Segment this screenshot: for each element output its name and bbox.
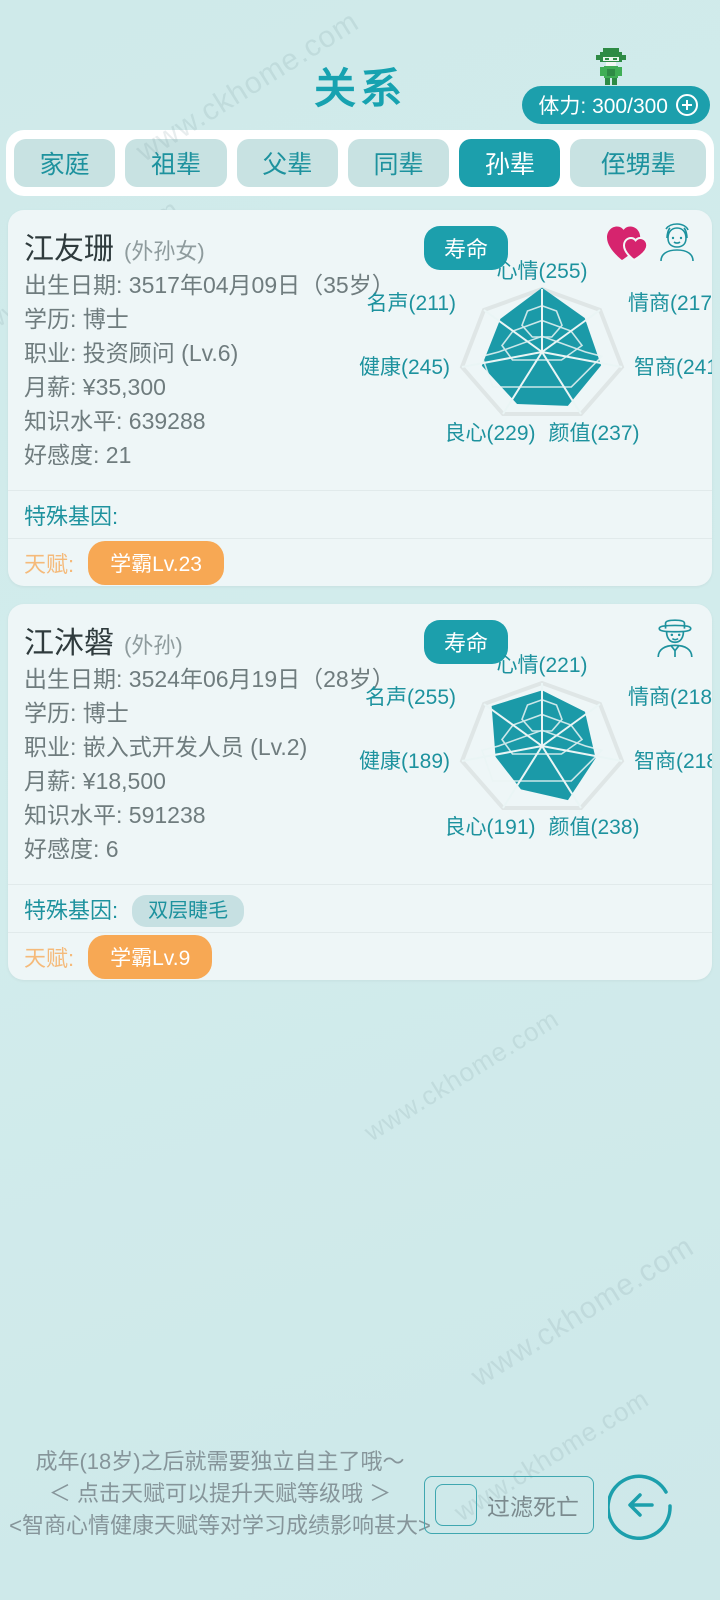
filter-dead-checkbox[interactable]	[435, 1484, 477, 1526]
special-gene-label: 特殊基因:	[24, 503, 119, 529]
radar-label-looks: 颜值(237)	[548, 422, 639, 445]
radar-label-fame: 名声(255)	[365, 686, 456, 709]
radar-label-iq: 智商(241)	[634, 356, 712, 379]
talent-row: 天赋: 学霸Lv.9	[8, 932, 712, 980]
tab-family[interactable]: 家庭	[14, 139, 116, 187]
special-gene-row: 特殊基因:	[8, 490, 712, 538]
radar-label-conscience: 良心(229)	[444, 422, 535, 445]
person-card-body: 江友珊 (外孙女) 出生日期: 3517年04月09日（35岁） 学历: 博士 …	[8, 210, 712, 490]
radar-label-health: 健康(189)	[359, 750, 450, 773]
special-gene-row: 特殊基因: 双层睫毛	[8, 884, 712, 932]
filter-dead-toggle[interactable]: 过滤死亡	[424, 1476, 594, 1534]
attribute-radar-chart: 心情(255) 情商(217) 智商(241) 颜值(237) 良心(229) …	[359, 260, 712, 452]
watermark: www.ckhome.com	[465, 1229, 700, 1394]
relationship-screen: www.ckhome.com www.ckhome.com www.ckhome…	[0, 0, 720, 1600]
hint-text-block: 成年(18岁)之后就需要独立自主了哦～ ＜ 点击天赋可以提升天赋等级哦 ＞ <智…	[0, 1446, 440, 1542]
talent-row: 天赋: 学霸Lv.23	[8, 538, 712, 586]
special-gene-label: 特殊基因:	[24, 897, 119, 923]
radar-label-conscience: 良心(191)	[444, 816, 535, 839]
person-status-icons	[654, 616, 696, 658]
radar-svg: 心情(255) 情商(217) 智商(241) 颜值(237) 良心(229) …	[359, 260, 712, 445]
stamina-badge[interactable]: 体力: 300/300	[522, 86, 710, 124]
special-gene-chip[interactable]: 双层睫毛	[132, 895, 245, 927]
female-avatar-icon	[660, 223, 694, 262]
person-card-list: 江友珊 (外孙女) 出生日期: 3517年04月09日（35岁） 学历: 博士 …	[0, 210, 720, 980]
tab-nephews[interactable]: 侄甥辈	[570, 139, 707, 187]
hint-line: <智商心情健康天赋等对学习成绩影响甚大>	[9, 1513, 431, 1538]
double-heart-icon	[607, 226, 649, 262]
filter-dead-label: 过滤死亡	[487, 1494, 579, 1520]
radar-label-health: 健康(245)	[359, 356, 450, 379]
radar-label-looks: 颜值(238)	[548, 816, 639, 839]
person-card[interactable]: 江沐磐 (外孙) 出生日期: 3524年06月19日（28岁） 学历: 博士 职…	[8, 604, 712, 980]
back-arrow-icon[interactable]	[608, 1470, 678, 1540]
person-status-icons	[606, 222, 696, 262]
tab-grandchildren[interactable]: 孙辈	[459, 139, 561, 187]
tab-parents[interactable]: 父辈	[236, 139, 338, 187]
talent-label: 天赋:	[24, 551, 75, 577]
watermark: www.ckhome.com	[358, 1003, 565, 1148]
person-relation: (外孙女)	[124, 239, 205, 264]
talent-chip[interactable]: 学霸Lv.23	[88, 540, 224, 585]
radar-label-fame: 名声(211)	[367, 292, 456, 315]
plus-icon[interactable]	[676, 94, 698, 116]
tab-siblings[interactable]: 同辈	[347, 139, 450, 187]
radar-label-eq: 情商(218)	[628, 686, 712, 709]
radar-label-mood: 心情(221)	[496, 654, 587, 677]
generation-tab-bar: 家庭 祖辈 父辈 同辈 孙辈 侄甥辈	[6, 130, 714, 196]
person-relation: (外孙)	[124, 633, 183, 658]
radar-label-eq: 情商(217)	[628, 292, 712, 315]
stamina-label: 体力: 300/300	[538, 95, 668, 118]
person-name: 江沐磐	[24, 627, 114, 660]
person-card[interactable]: 江友珊 (外孙女) 出生日期: 3517年04月09日（35岁） 学历: 博士 …	[8, 210, 712, 586]
talent-chip[interactable]: 学霸Lv.9	[88, 934, 213, 979]
man-with-hat-icon	[657, 619, 693, 658]
person-name: 江友珊	[24, 233, 114, 266]
radar-label-mood: 心情(255)	[496, 260, 587, 283]
footer: 成年(18岁)之后就需要独立自主了哦～ ＜ 点击天赋可以提升天赋等级哦 ＞ <智…	[0, 1430, 720, 1600]
person-card-body: 江沐磐 (外孙) 出生日期: 3524年06月19日（28岁） 学历: 博士 职…	[8, 604, 712, 884]
hint-line: 成年(18岁)之后就需要独立自主了哦～	[35, 1449, 405, 1474]
attribute-radar-chart: 心情(221) 情商(218) 智商(218) 颜值(238) 良心(191) …	[359, 654, 712, 846]
special-gene-chips: 双层睫毛	[132, 894, 245, 927]
talent-label: 天赋:	[24, 945, 75, 971]
header: 关系 体力: 300/300	[0, 0, 720, 130]
radar-svg: 心情(221) 情商(218) 智商(218) 颜值(238) 良心(191) …	[359, 654, 712, 839]
hint-line: ＜ 点击天赋可以提升天赋等级哦 ＞	[48, 1481, 392, 1506]
radar-label-iq: 智商(218)	[634, 750, 712, 773]
tab-grandparents[interactable]: 祖辈	[125, 139, 227, 187]
